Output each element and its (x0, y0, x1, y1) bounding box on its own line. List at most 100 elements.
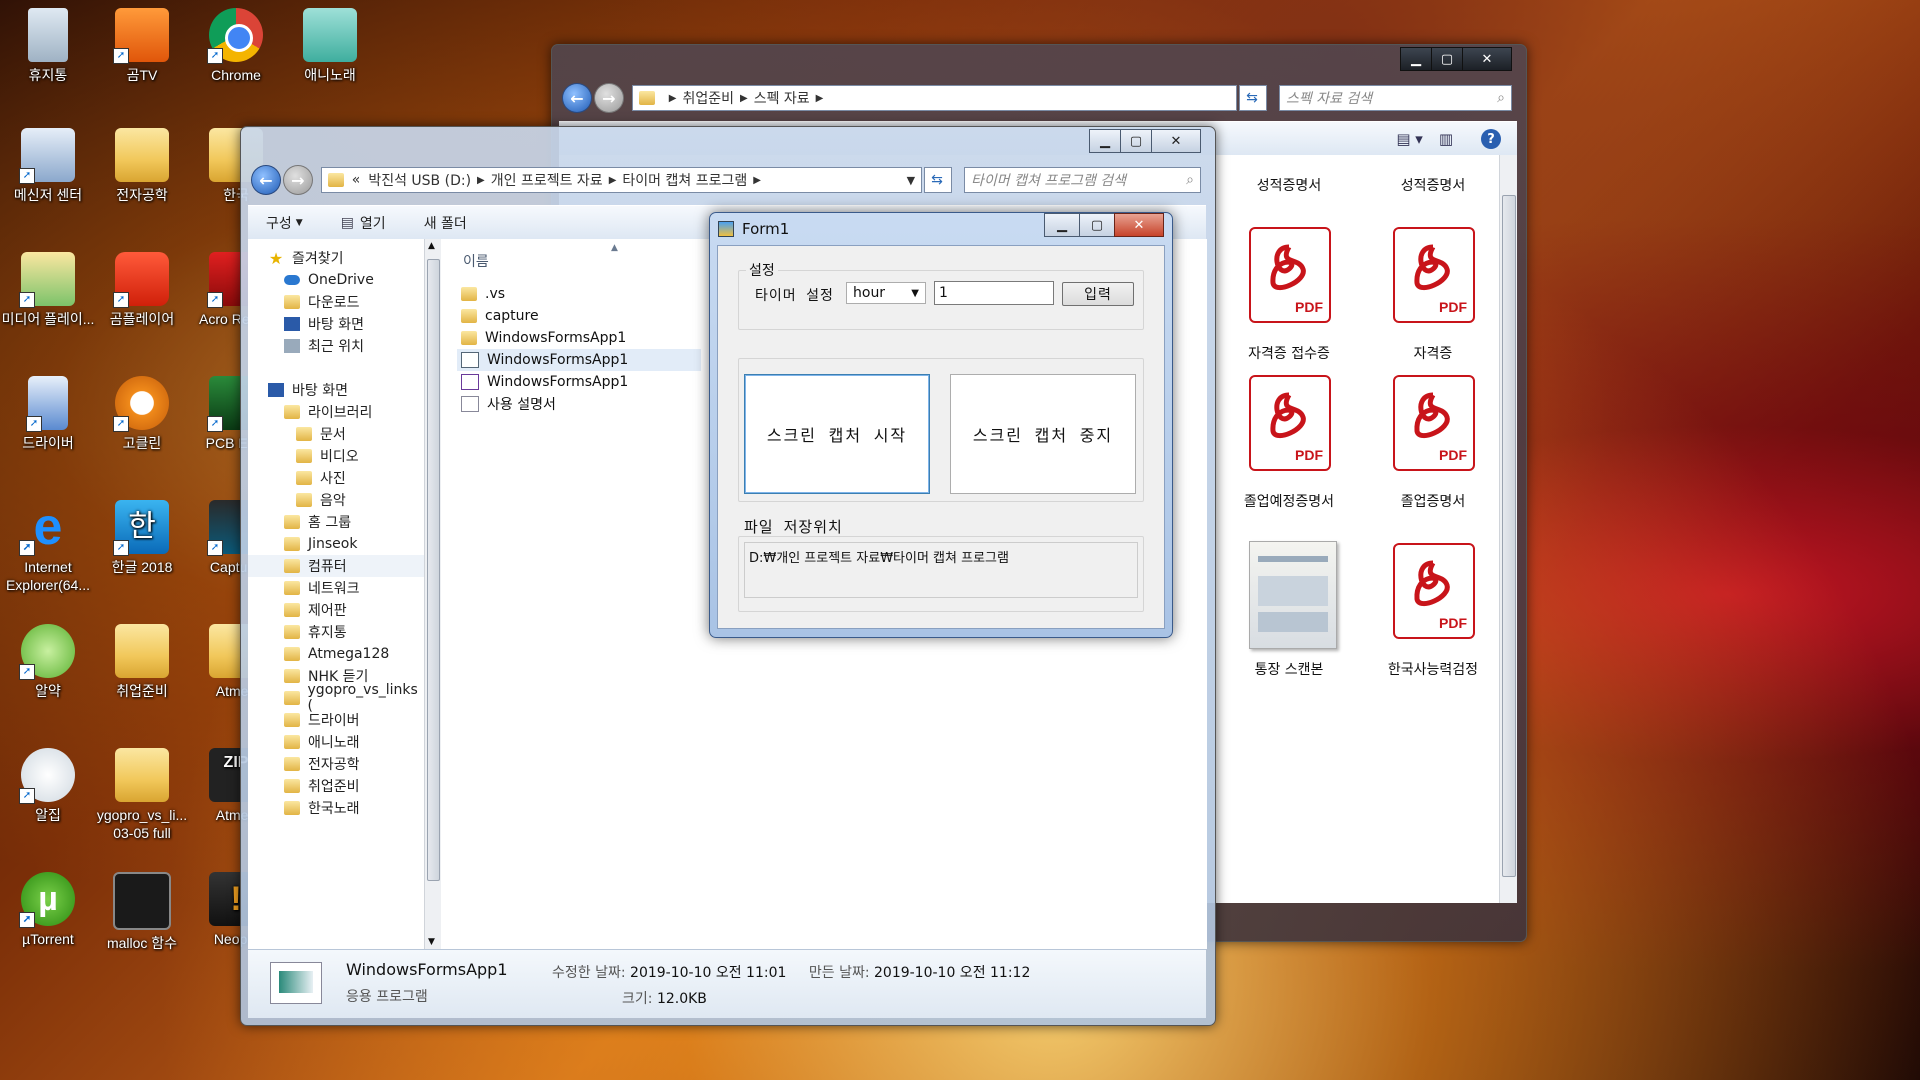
desktop-icon-messenger[interactable]: ➚ 메신저 센터 (0, 128, 96, 204)
back-window-search-input[interactable]: 스펙 자료 검색 ⌕ (1279, 85, 1512, 111)
back-arrow-icon[interactable]: ← (562, 83, 592, 113)
nav-favorites[interactable]: ★ 즐겨찾기 (248, 247, 424, 269)
nav-tree-item[interactable]: Atmega128 (248, 643, 424, 665)
forward-arrow-icon[interactable]: → (282, 165, 313, 195)
pdf-file-icon[interactable]: PDF (1393, 375, 1475, 471)
column-header-name[interactable]: 이름 (463, 251, 489, 271)
scroll-down-icon[interactable]: ▼ (428, 937, 435, 947)
forward-arrow-icon[interactable]: → (593, 83, 624, 113)
nav-tree-item[interactable]: 컴퓨터 (248, 555, 424, 577)
file-row[interactable]: WindowsFormsApp1 (461, 371, 701, 393)
preview-pane-icon[interactable]: ▥ (1439, 130, 1453, 148)
scrollbar-thumb[interactable] (1502, 195, 1516, 877)
file-label[interactable]: 성적증명서 (1219, 175, 1359, 195)
refresh-button[interactable]: ⇆ (1239, 85, 1267, 111)
maximize-button[interactable]: ▢ (1079, 213, 1115, 237)
nav-tree-item[interactable]: 라이브러리 (248, 401, 424, 423)
desktop-icon-alyac[interactable]: ➚ 알약 (0, 624, 96, 700)
nav-downloads[interactable]: 다운로드 (248, 291, 424, 313)
amount-input[interactable]: 1 (934, 281, 1054, 305)
file-label[interactable]: 졸업예정증명서 (1219, 491, 1359, 511)
desktop-icon-internet-explorer[interactable]: e ➚ Internet Explorer(64... (0, 500, 96, 594)
nav-tree-item[interactable]: 취업준비 (248, 775, 424, 797)
desktop-icon-utorrent[interactable]: µ ➚ µTorrent (0, 872, 96, 948)
desktop-icon-ygopro[interactable]: ygopro_vs_li... 03-05 full (94, 748, 190, 842)
desktop-icon-media-player[interactable]: ➚ 미디어 플레이... (0, 252, 96, 328)
desktop-icon-job-prep[interactable]: 취업준비 (94, 624, 190, 700)
breadcrumb-item[interactable]: 타이머 캡쳐 프로그램 (622, 170, 747, 190)
desktop-icon-gomplayer[interactable]: ➚ 곰플레이어 (94, 252, 190, 328)
desktop-icon-driver[interactable]: ➚ 드라이버 (0, 376, 96, 452)
nav-recent[interactable]: 최근 위치 (248, 335, 424, 357)
view-options-icon[interactable]: ▤ ▾ (1396, 130, 1422, 148)
desktop-icon-ani-music[interactable]: 애니노래 (282, 8, 378, 84)
desktop-icon-chrome[interactable]: ➚ Chrome (188, 8, 284, 84)
nav-tree-item[interactable]: 한국노래 (248, 797, 424, 819)
nav-tree-item[interactable]: 전자공학 (248, 753, 424, 775)
back-window-scrollbar[interactable] (1499, 155, 1517, 903)
organize-button[interactable]: 구성 ▼ (266, 213, 303, 233)
pdf-file-icon[interactable]: PDF (1393, 543, 1475, 639)
desktop-icon-electronics[interactable]: 전자공학 (94, 128, 190, 204)
minimize-button[interactable]: ▁ (1044, 213, 1080, 237)
desktop-icon-goclean[interactable]: ➚ 고클린 (94, 376, 190, 452)
input-button[interactable]: 입력 (1062, 282, 1134, 306)
scrollbar-thumb[interactable] (427, 259, 440, 881)
breadcrumb-item[interactable]: 스펙 자료 (754, 88, 810, 108)
nav-tree-item[interactable]: 음악 (248, 489, 424, 511)
nav-tree-item[interactable]: 휴지통 (248, 621, 424, 643)
close-button[interactable]: ✕ (1114, 213, 1164, 237)
start-capture-button[interactable]: 스크린 캡처 시작 (744, 374, 930, 494)
nav-scrollbar[interactable]: ▲ ▼ (424, 239, 441, 949)
nav-tree-item[interactable]: 애니노래 (248, 731, 424, 753)
desktop-icon-recycle-bin[interactable]: 휴지통 (0, 8, 96, 84)
unit-select[interactable]: hour ▼ (846, 282, 926, 304)
stop-capture-button[interactable]: 스크린 캡처 중지 (950, 374, 1136, 494)
pdf-file-icon[interactable]: PDF (1249, 375, 1331, 471)
scan-image-thumbnail[interactable] (1249, 541, 1337, 649)
back-window-address-bar[interactable]: ▶ 취업준비 ▶ 스펙 자료 ▶ (631, 85, 1238, 111)
chevron-down-icon[interactable]: ▼ (907, 174, 915, 187)
breadcrumb-item[interactable]: 박진석 USB (D:) (368, 170, 471, 190)
scroll-up-icon[interactable]: ▲ (428, 241, 435, 251)
file-label[interactable]: 졸업증명서 (1363, 491, 1503, 511)
pdf-file-icon[interactable]: PDF (1249, 227, 1331, 323)
file-row[interactable]: capture (461, 305, 701, 327)
refresh-button[interactable]: ⇆ (924, 167, 953, 193)
close-button[interactable]: ✕ (1462, 47, 1512, 71)
close-button[interactable]: ✕ (1151, 129, 1201, 153)
pdf-file-icon[interactable]: PDF (1393, 227, 1475, 323)
search-input[interactable]: 타이머 캡쳐 프로그램 검색 ⌕ (964, 167, 1201, 193)
nav-tree-item[interactable]: 제어판 (248, 599, 424, 621)
nav-desktop-fav[interactable]: 바탕 화면 (248, 313, 424, 335)
nav-tree-item[interactable]: 홈 그룹 (248, 511, 424, 533)
desktop-icon-malloc[interactable]: malloc 함수 (94, 872, 190, 952)
file-label[interactable]: 자격증 접수증 (1219, 343, 1359, 363)
nav-tree-item[interactable]: Jinseok (248, 533, 424, 555)
nav-onedrive[interactable]: OneDrive (248, 269, 424, 291)
open-button[interactable]: ▤ 열기 (341, 213, 386, 233)
file-row-selected[interactable]: WindowsFormsApp1 (457, 349, 701, 371)
desktop-icon-alzip[interactable]: ➚ 알집 (0, 748, 96, 824)
minimize-button[interactable]: ▁ (1400, 47, 1432, 71)
file-label[interactable]: 성적증명서 (1363, 175, 1503, 195)
file-label[interactable]: 통장 스캔본 (1219, 659, 1359, 679)
maximize-button[interactable]: ▢ (1120, 129, 1152, 153)
form1-window[interactable]: Form1 ▁ ▢ ✕ 설정 타이머 설정 hour ▼ 1 입력 스크린 캡처… (709, 212, 1173, 638)
file-row[interactable]: 사용 설명서 (461, 393, 701, 415)
file-row[interactable]: .vs (461, 283, 701, 305)
nav-tree-item[interactable]: ygopro_vs_links ( (248, 682, 424, 714)
file-label[interactable]: 자격증 (1363, 343, 1503, 363)
help-icon[interactable]: ? (1481, 129, 1501, 149)
nav-tree-item[interactable]: 사진 (248, 467, 424, 489)
nav-tree-item[interactable]: 비디오 (248, 445, 424, 467)
nav-desktop[interactable]: 바탕 화면 (248, 379, 424, 401)
nav-tree-item[interactable]: 문서 (248, 423, 424, 445)
file-row[interactable]: WindowsFormsApp1 (461, 327, 701, 349)
address-bar[interactable]: « 박진석 USB (D:) ▶ 개인 프로젝트 자료 ▶ 타이머 캡쳐 프로그… (320, 167, 923, 193)
breadcrumb-item[interactable]: 취업준비 (682, 88, 734, 108)
desktop-icon-hangul[interactable]: 한 ➚ 한글 2018 (94, 500, 190, 576)
new-folder-button[interactable]: 새 폴더 (424, 213, 467, 233)
breadcrumb-item[interactable]: 개인 프로젝트 자료 (491, 170, 603, 190)
minimize-button[interactable]: ▁ (1089, 129, 1121, 153)
